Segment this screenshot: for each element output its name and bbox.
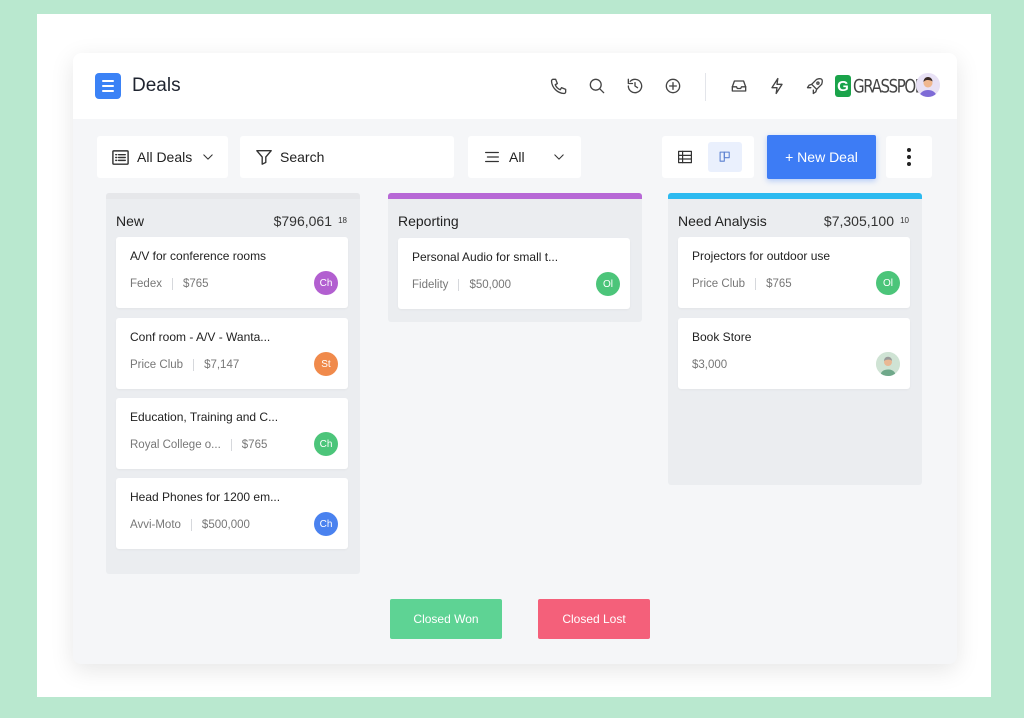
lines-icon [485, 151, 499, 163]
deal-title: Personal Audio for small t... [412, 250, 559, 264]
deal-title: Projectors for outdoor use [692, 249, 831, 263]
column-title: Need Analysis [678, 213, 767, 229]
filter-select-label: All [509, 149, 525, 165]
search-placeholder: Search [280, 149, 325, 165]
deal-card[interactable]: Education, Training and C... Royal Colle… [116, 398, 348, 469]
deal-company: Fedex [130, 278, 162, 290]
deal-title: Book Store [692, 330, 752, 344]
rocket-icon[interactable] [803, 74, 827, 98]
deal-card[interactable]: Book Store $3,000 [678, 318, 910, 389]
page-title: Deals [132, 75, 181, 96]
user-avatar[interactable] [916, 73, 940, 97]
deal-amount: $765 [241, 439, 268, 451]
owner-photo-avatar[interactable] [876, 352, 900, 376]
owner-avatar[interactable]: St [314, 352, 338, 376]
deal-meta: Fidelity $50,000 [412, 279, 511, 291]
deal-card[interactable]: Personal Audio for small t... Fidelity $5… [398, 238, 630, 309]
toolbar-divider [705, 73, 706, 101]
table-icon [678, 150, 692, 164]
search-icon[interactable] [585, 74, 609, 98]
column-total: $7,305,100 [823, 213, 894, 229]
view-toggle [662, 136, 754, 178]
closed-lost-button[interactable]: Closed Lost [538, 599, 650, 639]
deal-company: Royal College o... [130, 439, 221, 451]
deal-amount: $765 [182, 278, 209, 290]
list-icon [112, 149, 129, 165]
deals-app: Deals G GRASSPODS All Deals Search All +… [73, 53, 957, 664]
owner-avatar[interactable]: Ch [314, 271, 338, 295]
owner-avatar[interactable]: Ol [876, 271, 900, 295]
deal-title: Conf room - A/V - Wanta... [130, 330, 271, 344]
view-select[interactable]: All Deals [97, 136, 228, 178]
deal-amount: $7,147 [204, 359, 240, 371]
closed-won-button[interactable]: Closed Won [390, 599, 502, 639]
deal-amount: $3,000 [692, 359, 728, 371]
column-header: Need Analysis $7,305,100 10 [668, 199, 922, 235]
bolt-icon[interactable] [765, 74, 789, 98]
deal-amount: $765 [766, 278, 792, 290]
more-options-icon[interactable] [886, 136, 932, 178]
brand-mark: G [835, 75, 851, 97]
column-count: 10 [900, 216, 909, 225]
filter-select[interactable]: All [468, 136, 581, 178]
owner-avatar[interactable]: Ch [314, 512, 338, 536]
deal-card[interactable]: Projectors for outdoor use Price Club $76… [678, 237, 910, 308]
owner-avatar[interactable]: Ch [314, 432, 338, 456]
column-new: New $796,061 18 A/V for conference rooms… [106, 193, 360, 574]
deal-meta: Price Club $7,147 [130, 359, 239, 371]
deal-meta: Fedex $765 [130, 278, 209, 290]
chevron-down-icon [203, 154, 213, 160]
column-reporting: Reporting Personal Audio for small t... … [388, 193, 642, 322]
table-view-button[interactable] [662, 136, 708, 178]
deal-company: Price Club [692, 278, 746, 290]
deal-amount: $50,000 [469, 279, 512, 291]
top-bar: Deals G GRASSPODS [73, 53, 957, 119]
kanban-view-button[interactable] [708, 142, 742, 172]
column-title: Reporting [398, 213, 459, 229]
deal-meta: Avvi-Moto $500,000 [130, 519, 250, 531]
column-header: Reporting [388, 199, 642, 235]
column-count: 18 [338, 216, 347, 225]
deal-company: Fidelity [412, 279, 449, 291]
chevron-down-icon [553, 154, 564, 160]
deal-meta: $3,000 [692, 359, 727, 371]
deal-title: Education, Training and C... [130, 410, 279, 424]
view-select-label: All Deals [137, 149, 193, 165]
column-header: New $796,061 18 [106, 199, 360, 235]
deal-card[interactable]: Head Phones for 1200 em... Avvi-Moto $500… [116, 478, 348, 549]
owner-avatar[interactable]: Ol [596, 272, 620, 296]
deal-amount: $500,000 [201, 519, 250, 531]
column-title: New [116, 213, 145, 229]
deal-card[interactable]: Conf room - A/V - Wanta... Price Club $7,… [116, 318, 348, 389]
deal-meta: Price Club $765 [692, 278, 792, 290]
search-input[interactable]: Search [240, 136, 454, 178]
inbox-icon[interactable] [727, 74, 751, 98]
deal-title: A/V for conference rooms [130, 249, 267, 263]
deal-company: Avvi-Moto [130, 519, 181, 531]
new-deal-button[interactable]: + New Deal [767, 135, 876, 179]
deal-company: Price Club [130, 359, 184, 371]
add-circle-icon[interactable] [661, 74, 685, 98]
kanban-icon [719, 151, 730, 162]
filter-icon [256, 150, 272, 165]
deal-meta: Royal College o... $765 [130, 439, 267, 451]
deal-card[interactable]: A/V for conference rooms Fedex $765 Ch [116, 237, 348, 308]
menu-icon[interactable] [95, 73, 121, 99]
column-need-analysis: Need Analysis $7,305,100 10 Projectors f… [668, 193, 922, 485]
deal-title: Head Phones for 1200 em... [130, 490, 281, 504]
column-total: $796,061 [273, 213, 332, 229]
phone-icon[interactable] [547, 74, 571, 98]
history-icon[interactable] [623, 74, 647, 98]
